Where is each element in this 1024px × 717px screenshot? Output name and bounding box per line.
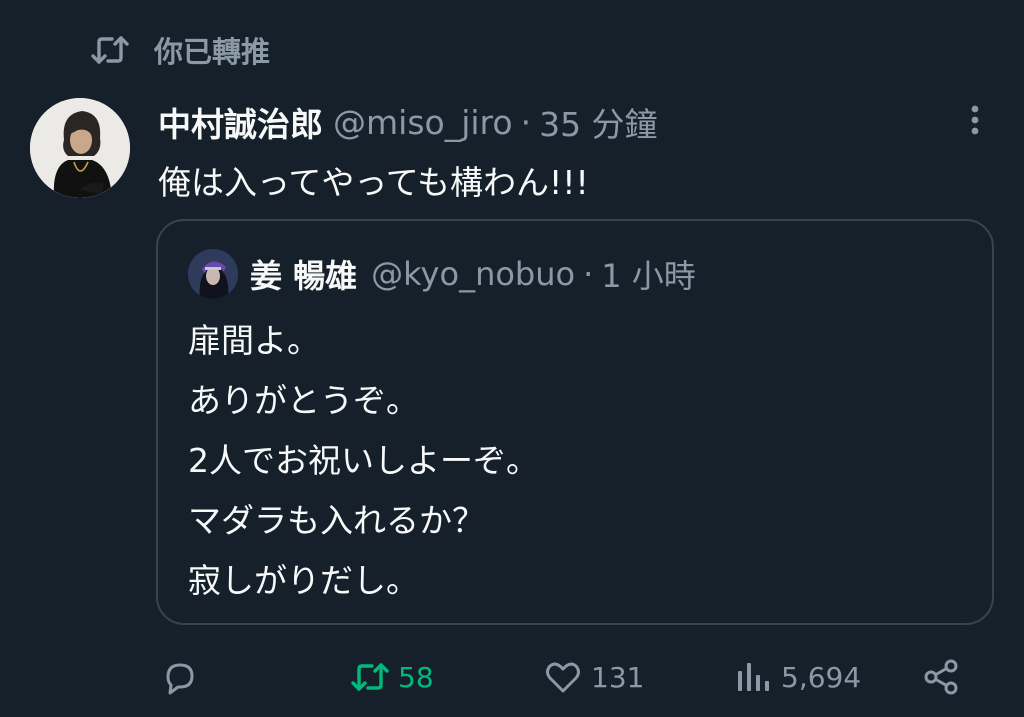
quoted-tweet-card[interactable]: 姜 暢雄 @kyo_nobuo · 1 小時 扉間よ。 ありがとうぞ。 2人でお…	[156, 219, 994, 625]
views-button[interactable]: 5,694	[733, 652, 861, 702]
separator-dot: ·	[583, 255, 594, 293]
quoted-tweet-timestamp[interactable]: 1 小時	[601, 251, 696, 297]
quoted-text-line: 寂しがりだし。	[188, 561, 419, 600]
quoted-text-line: マダラも入れるか？	[188, 501, 485, 540]
heart-icon	[546, 662, 580, 693]
author-handle[interactable]: @miso_jiro	[333, 103, 513, 142]
quoted-author-avatar[interactable]	[188, 249, 238, 299]
retweet-icon	[351, 663, 389, 691]
reply-button[interactable]	[160, 652, 200, 702]
tweet-header: 中村誠治郎 @miso_jiro · 35 分鐘	[158, 98, 658, 146]
quoted-text-line: 扉間よ。	[188, 321, 320, 360]
more-vertical-icon[interactable]	[958, 100, 992, 140]
quoted-avatar-image	[188, 249, 238, 299]
author-avatar[interactable]	[30, 98, 130, 198]
retweet-banner: 你已轉推	[90, 28, 270, 72]
retweet-icon	[91, 36, 129, 64]
quoted-tweet-header: 姜 暢雄 @kyo_nobuo · 1 小時	[250, 249, 696, 299]
retweet-count: 58	[398, 660, 434, 694]
like-button[interactable]: 131	[543, 652, 644, 702]
separator-dot: ·	[520, 102, 532, 142]
quoted-tweet-text: 扉間よ。 ありがとうぞ。 2人でお祝いしよーぞ。 マダラも入れるか？ 寂しがりだ…	[188, 311, 539, 611]
quoted-author-name[interactable]: 姜 暢雄	[250, 251, 357, 297]
retweet-button[interactable]: 58	[350, 652, 434, 702]
quoted-author-handle[interactable]: @kyo_nobuo	[371, 255, 575, 293]
share-button[interactable]	[922, 652, 962, 702]
avatar-image	[30, 98, 130, 198]
tweet-text: 俺は入ってやっても構わん!!!	[158, 163, 589, 202]
like-count: 131	[591, 660, 645, 694]
retweet-banner-text: 你已轉推	[154, 35, 271, 69]
reply-icon	[166, 663, 194, 695]
share-icon	[924, 659, 958, 695]
quoted-text-line: 2人でお祝いしよーぞ。	[188, 441, 539, 480]
quoted-text-line: ありがとうぞ。	[188, 381, 419, 420]
views-icon	[738, 663, 769, 691]
author-name[interactable]: 中村誠治郎	[158, 98, 323, 146]
views-count: 5,694	[781, 660, 862, 694]
tweet-timestamp[interactable]: 35 分鐘	[539, 98, 657, 146]
